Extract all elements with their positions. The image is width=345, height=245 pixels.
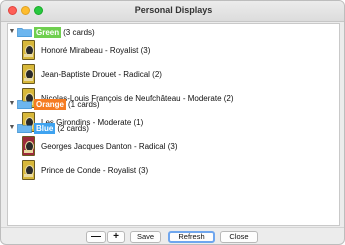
group-count-blue: (2 cards) [57, 123, 89, 133]
card-thumbnail [22, 40, 35, 60]
card-row[interactable]: Prince de Conde - Royalist (3) [22, 158, 148, 182]
group-count-orange: (1 cards) [68, 99, 100, 109]
card-row[interactable]: Georges Jacques Danton - Radical (3) [22, 134, 178, 158]
group-row-blue[interactable]: ▼ Blue (2 cards) [8, 122, 89, 134]
remove-button[interactable]: — [86, 231, 106, 243]
card-thumbnail [22, 64, 35, 84]
card-thumbnail [22, 136, 35, 156]
card-label: Honoré Mirabeau - Royalist (3) [41, 45, 151, 55]
card-label: Georges Jacques Danton - Radical (3) [41, 141, 178, 151]
card-label: Jean-Baptiste Drouet - Radical (2) [41, 69, 162, 79]
collapse-toggle-icon[interactable]: ▼ [8, 27, 16, 37]
card-row[interactable]: Honoré Mirabeau - Royalist (3) [22, 38, 150, 62]
refresh-button[interactable]: Refresh [168, 231, 215, 243]
group-row-orange[interactable]: ▼ Orange (1 cards) [8, 98, 100, 110]
folder-icon [17, 100, 32, 109]
collapse-toggle-icon[interactable]: ▼ [8, 123, 16, 133]
group-row-green[interactable]: ▼ Green (3 cards) [8, 26, 95, 38]
footer-separator [1, 227, 344, 228]
add-button[interactable]: + [107, 231, 125, 243]
folder-icon [17, 28, 32, 37]
save-button[interactable]: Save [130, 231, 161, 243]
window-title: Personal Displays [134, 5, 213, 15]
group-label-blue: Blue [34, 122, 56, 134]
folder-icon [17, 124, 32, 133]
group-count-green: (3 cards) [63, 27, 95, 37]
card-row[interactable]: Jean-Baptiste Drouet - Radical (2) [22, 62, 162, 86]
card-thumbnail [22, 160, 35, 180]
group-label-green: Green [34, 26, 62, 38]
collapse-toggle-icon[interactable]: ▼ [8, 99, 16, 109]
card-label: Prince de Conde - Royalist (3) [41, 165, 149, 175]
personal-displays-window: Personal Displays ▼ Green (3 cards) Hono… [0, 0, 345, 245]
group-label-orange: Orange [34, 98, 67, 110]
title-bar: Personal Displays [1, 1, 344, 22]
displays-tree: ▼ Green (3 cards) Honoré Mirabeau - Roya… [7, 23, 340, 226]
close-button[interactable]: Close [220, 231, 258, 243]
